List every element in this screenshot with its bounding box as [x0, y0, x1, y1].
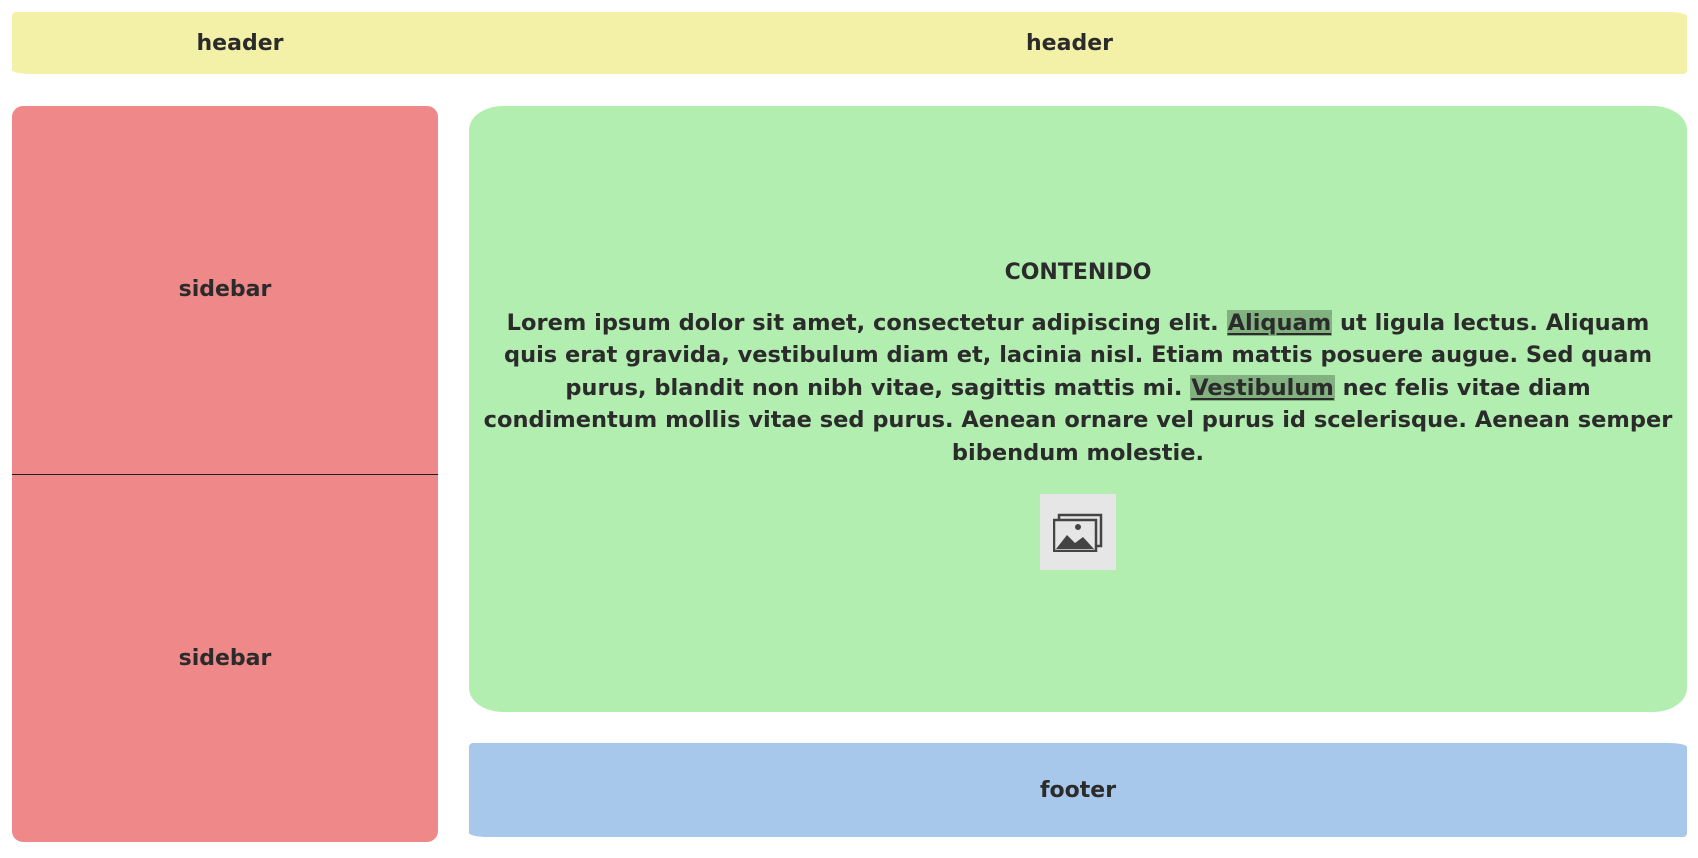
- footer-label: footer: [1039, 777, 1117, 803]
- highlight-vestibulum[interactable]: Vestibulum: [1190, 374, 1335, 401]
- highlight-aliquam[interactable]: Aliquam: [1226, 309, 1333, 336]
- content-paragraph: Lorem ipsum dolor sit amet, consectetur …: [481, 307, 1675, 470]
- footer: footer: [469, 743, 1687, 837]
- sidebar-bottom: sidebar: [12, 475, 438, 843]
- content-text-part1: Lorem ipsum dolor sit amet, consectetur …: [506, 309, 1227, 336]
- sidebar-top-label: sidebar: [178, 277, 272, 303]
- header-left-label: header: [196, 30, 284, 56]
- image-icon: [1053, 514, 1103, 553]
- header-right-label: header: [1026, 30, 1113, 56]
- header: header header: [12, 12, 1687, 74]
- sidebar-top: sidebar: [12, 106, 438, 474]
- content-title: CONTENIDO: [1004, 259, 1152, 285]
- content-image: [1040, 494, 1116, 571]
- main-content: CONTENIDO Lorem ipsum dolor sit amet, co…: [469, 106, 1687, 712]
- sidebar-bottom-label: sidebar: [178, 645, 272, 671]
- sidebar: sidebar sidebar: [12, 106, 438, 842]
